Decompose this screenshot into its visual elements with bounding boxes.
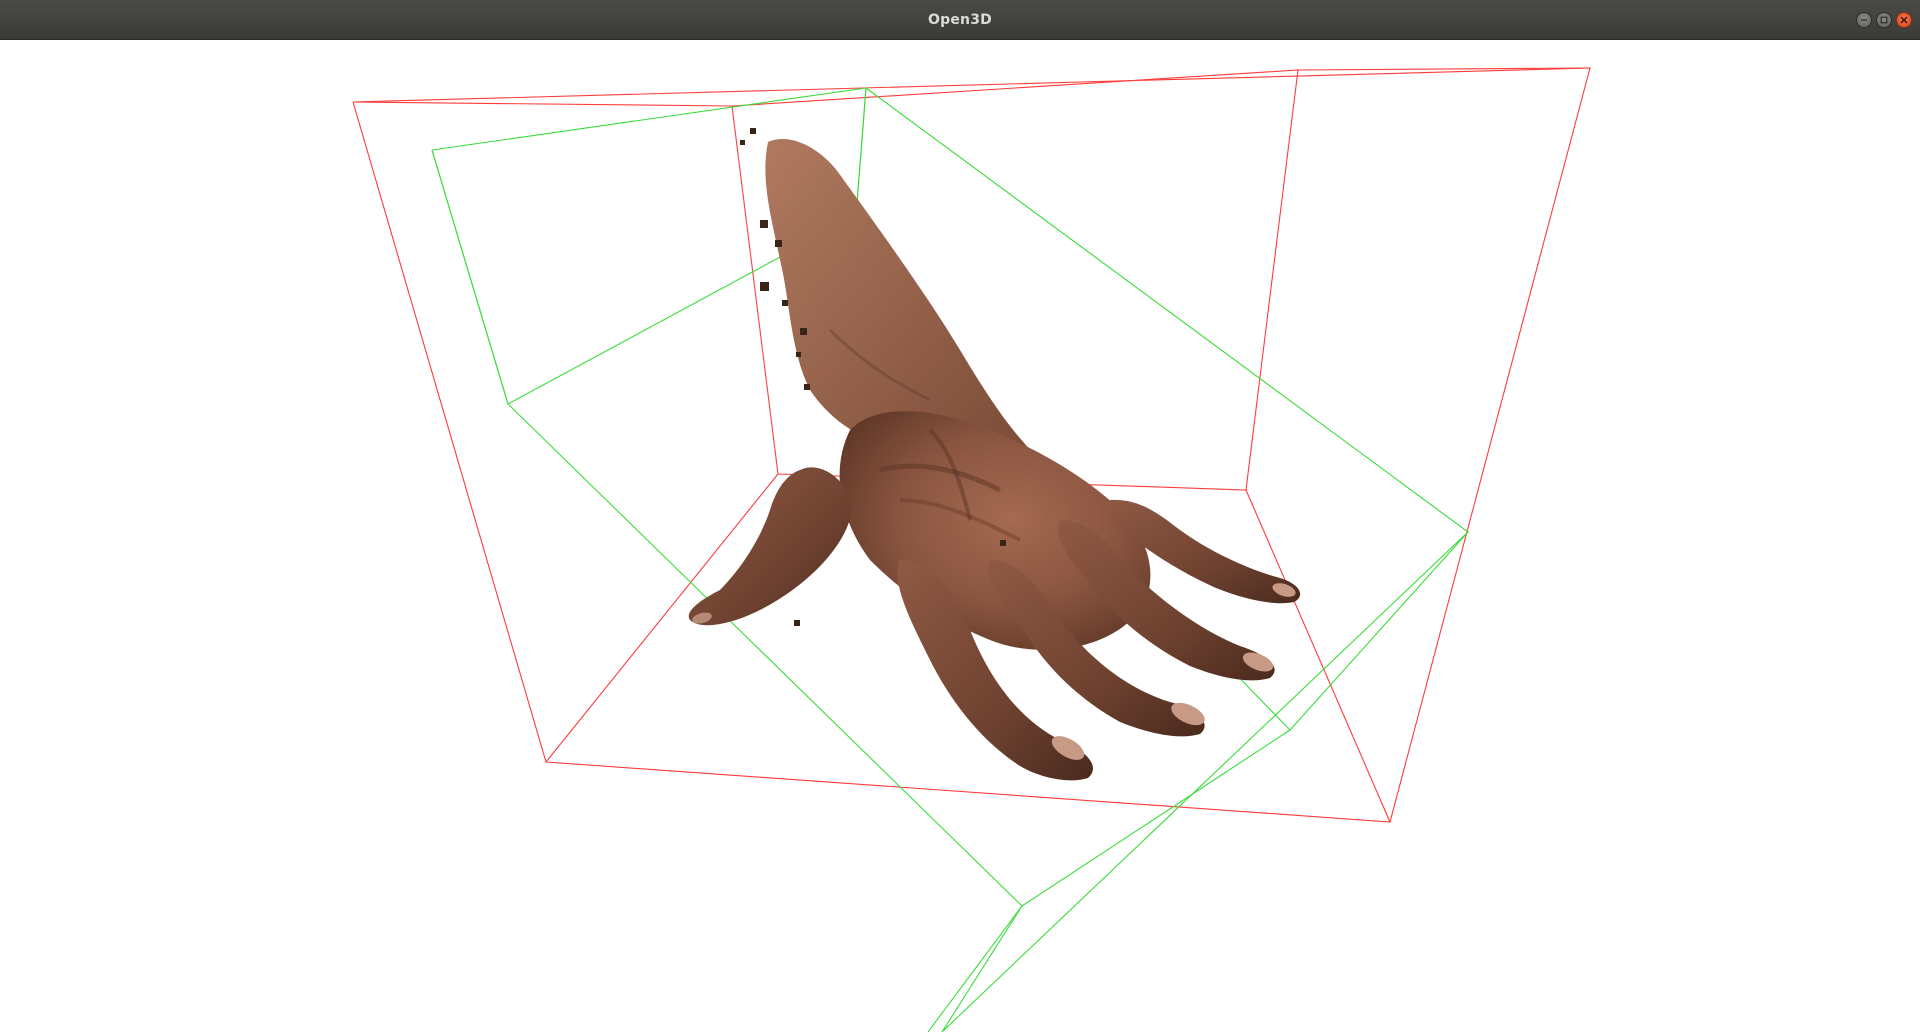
window-controls xyxy=(1856,12,1912,28)
minimize-icon xyxy=(1861,19,1867,21)
title-bar[interactable]: Open3D xyxy=(0,0,1920,40)
minimize-button[interactable] xyxy=(1856,12,1872,28)
maximize-button[interactable] xyxy=(1876,12,1892,28)
hand-point-cloud xyxy=(688,128,1301,781)
maximize-icon xyxy=(1880,16,1888,24)
close-icon xyxy=(1900,16,1908,24)
close-button[interactable] xyxy=(1896,12,1912,28)
3d-viewport[interactable] xyxy=(0,40,1920,1032)
window-title: Open3D xyxy=(928,12,992,28)
open3d-window: Open3D xyxy=(0,0,1920,1032)
scene-canvas[interactable] xyxy=(0,40,1920,1032)
